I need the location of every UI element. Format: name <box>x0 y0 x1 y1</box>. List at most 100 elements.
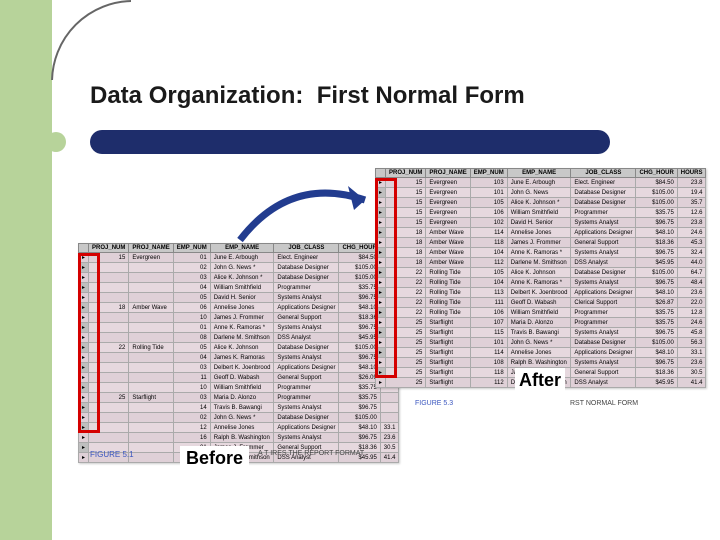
table-cell: $105.00 <box>636 198 677 208</box>
table-row: ▸05David H. SeniorSystems Analyst$96.75 <box>79 293 399 303</box>
table-cell: Alice K. Johnson <box>507 268 571 278</box>
accent-bar <box>90 130 610 154</box>
table-cell: 112 <box>470 378 507 388</box>
table-cell <box>129 453 173 463</box>
table-cell <box>129 373 173 383</box>
table-cell: 22 <box>386 298 426 308</box>
table-cell: Amber Wave <box>129 303 173 313</box>
table-cell: Systems Analyst <box>571 218 636 228</box>
table-cell: Starflight <box>426 348 470 358</box>
table-cell: 106 <box>470 308 507 318</box>
table-row: ▸10James J. FrommerGeneral Support$18.36 <box>79 313 399 323</box>
table-cell <box>89 323 129 333</box>
table-cell: Maria D. Alonzo <box>507 318 571 328</box>
table-cell: 45.3 <box>677 238 706 248</box>
table-cell: William Smithfield <box>210 383 274 393</box>
table-cell: $105.00 <box>636 268 677 278</box>
table-cell: Systems Analyst <box>274 403 339 413</box>
table-cell: Evergreen <box>426 188 470 198</box>
caption-before-figure: FIGURE 5.1 <box>90 450 134 459</box>
column-header: PROJ_NAME <box>129 244 173 253</box>
table-row: ▸22Rolling Tide105Alice K. JohnsonDataba… <box>376 268 706 278</box>
table-cell: Systems Analyst <box>571 328 636 338</box>
table-row: ▸25Starflight03Maria D. AlonzoProgrammer… <box>79 393 399 403</box>
table-cell: 35.7 <box>677 198 706 208</box>
table-cell: Database Designer <box>274 413 339 423</box>
table-cell: Geoff D. Wabash <box>210 373 274 383</box>
table-cell <box>129 443 173 453</box>
table-cell: 104 <box>470 248 507 258</box>
table-cell: 11 <box>173 373 210 383</box>
table-cell: 01 <box>173 253 210 263</box>
table-cell: Programmer <box>571 308 636 318</box>
table-cell: Database Designer <box>571 188 636 198</box>
table-cell: Programmer <box>274 383 339 393</box>
table-cell <box>89 273 129 283</box>
table-row: ▸02John G. News *Database Designer$105.0… <box>79 413 399 423</box>
table-cell: 112 <box>470 258 507 268</box>
table-cell: Starflight <box>426 368 470 378</box>
table-cell: $48.10 <box>339 423 380 433</box>
table-cell: Elect. Engineer <box>571 178 636 188</box>
table-cell: 10 <box>173 313 210 323</box>
table-cell: 103 <box>470 178 507 188</box>
table-cell: Annelise Jones <box>210 303 274 313</box>
table-cell: $96.75 <box>636 328 677 338</box>
table-cell: Rolling Tide <box>426 298 470 308</box>
table-cell: 18 <box>386 248 426 258</box>
table-cell: John G. News * <box>210 413 274 423</box>
table-cell <box>129 313 173 323</box>
table-cell: William Smithfield <box>507 308 571 318</box>
table-cell: 10 <box>173 383 210 393</box>
table-cell: 16 <box>173 433 210 443</box>
table-cell: 24.6 <box>677 228 706 238</box>
table-cell: Systems Analyst <box>274 353 339 363</box>
table-cell: Evergreen <box>426 218 470 228</box>
table-cell: $84.50 <box>636 178 677 188</box>
table-cell: 22 <box>386 278 426 288</box>
table-cell <box>89 423 129 433</box>
table-row: ▸22Rolling Tide05Alice K. JohnsonDatabas… <box>79 343 399 353</box>
table-cell <box>129 383 173 393</box>
table-cell <box>129 273 173 283</box>
table-cell: 115 <box>470 328 507 338</box>
corner-curve <box>51 0 131 80</box>
table-cell: 107 <box>470 318 507 328</box>
table-cell: 01 <box>173 323 210 333</box>
table-cell: Darlene M. Smithson <box>210 333 274 343</box>
table-cell: Applications Designer <box>274 423 339 433</box>
table-cell: 25 <box>386 368 426 378</box>
table-row: ▸03Alice K. Johnson *Database Designer$1… <box>79 273 399 283</box>
table-cell: 22 <box>386 268 426 278</box>
table-cell: Travis B. Bawangi <box>507 328 571 338</box>
table-cell: 15 <box>386 198 426 208</box>
table-cell: 12.8 <box>677 308 706 318</box>
table-row: ▸03Delbert K. JoenbroodApplications Desi… <box>79 363 399 373</box>
table-cell: 03 <box>173 393 210 403</box>
table-cell: Maria D. Alonzo <box>210 393 274 403</box>
table-cell: Amber Wave <box>426 228 470 238</box>
table-cell: Anne K. Ramoras * <box>507 278 571 288</box>
table-row: ▸12Annelise JonesApplications Designer$4… <box>79 423 399 433</box>
table-cell: 101 <box>470 188 507 198</box>
table-cell <box>89 293 129 303</box>
table-cell: 113 <box>470 288 507 298</box>
table-cell: 06 <box>173 303 210 313</box>
table-cell: Annelise Jones <box>210 423 274 433</box>
table-cell: $96.75 <box>636 218 677 228</box>
table-cell: 05 <box>173 293 210 303</box>
table-cell: 32.4 <box>677 248 706 258</box>
table-cell: Starflight <box>426 358 470 368</box>
table-cell <box>89 413 129 423</box>
table-cell: Evergreen <box>426 198 470 208</box>
table-cell <box>89 363 129 373</box>
column-header: PROJ_NAME <box>426 169 470 178</box>
table-cell: $105.00 <box>636 188 677 198</box>
table-cell: 41.4 <box>380 453 399 463</box>
table-row: ▸15Evergreen102David H. SeniorSystems An… <box>376 218 706 228</box>
after-table: PROJ_NUMPROJ_NAMEEMP_NUMEMP_NAMEJOB_CLAS… <box>375 168 706 388</box>
table-cell: 14 <box>173 403 210 413</box>
table-row: ▸18Amber Wave118James J. FrommerGeneral … <box>376 238 706 248</box>
table-cell: $18.36 <box>636 238 677 248</box>
table-cell: Applications Designer <box>571 228 636 238</box>
